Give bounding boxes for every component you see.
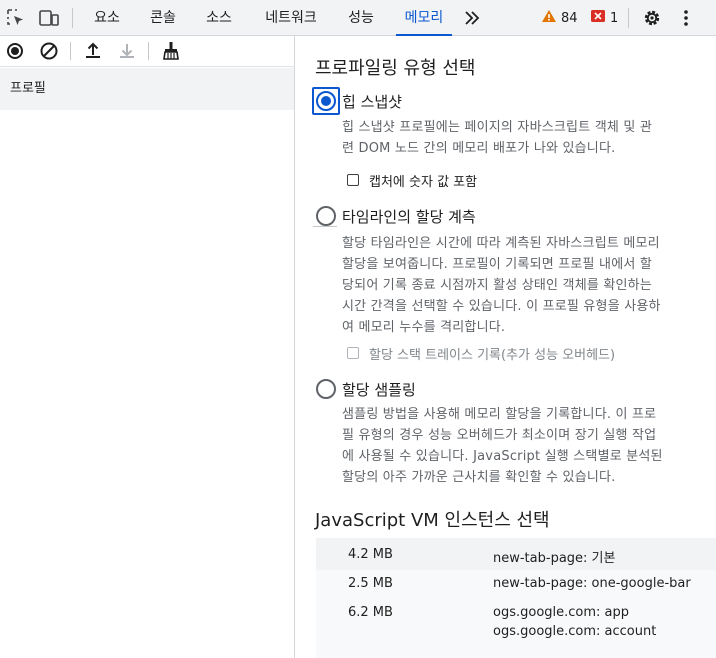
tab-sources[interactable]: 소스 — [198, 0, 240, 35]
device-toolbar-icon[interactable] — [38, 8, 59, 28]
vertical-dots-icon[interactable] — [676, 8, 696, 28]
tab-memory[interactable]: 메모리 — [396, 0, 452, 36]
broom-icon[interactable] — [160, 40, 182, 62]
vm-instance-name: ogs.google.com: app — [493, 605, 630, 620]
record-stack-traces-checkbox — [347, 347, 359, 359]
allocation-timeline-description: 할당 타임라인은 시간에 따라 계측된 자바스크립트 메모리 할당을 보여줍니다… — [342, 233, 716, 338]
heap-snapshot-label[interactable]: 힙 스냅샷 — [342, 91, 402, 112]
vm-instance-row[interactable]: 6.2 MB ogs.google.com: app ogs.google.co… — [316, 600, 716, 658]
radio-underline — [313, 226, 337, 227]
tab-console[interactable]: 콘솔 — [142, 0, 184, 35]
inspect-element-icon[interactable] — [6, 8, 26, 28]
description-line: 할당을 보여줍니다. 프로필이 기록되면 프로필 내에서 할 — [342, 257, 653, 272]
include-numeric-values-label: 캡처에 숫자 값 포함 — [369, 174, 478, 190]
vm-instance-size: 2.5 MB — [348, 576, 393, 591]
profiles-section-header: 프로필 — [0, 68, 294, 110]
description-line: 당되어 기록 종료 시점까지 활성 상태인 객체를 확인하는 — [342, 278, 653, 293]
clear-icon[interactable] — [38, 40, 60, 62]
description-line: 할당의 아주 가까운 근사치를 확인할 수 있습니다. — [342, 470, 616, 485]
description-line: 할당 타임라인은 시간에 따라 계측된 자바스크립트 메모리 — [342, 236, 660, 251]
description-line: 련 DOM 노드 간의 메모리 배포가 나와 있습니다. — [342, 141, 616, 156]
record-icon[interactable] — [4, 40, 26, 62]
vm-instance-row[interactable]: 2.5 MB new-tab-page: one-google-bar — [316, 570, 716, 600]
allocation-timeline-radio[interactable] — [316, 206, 336, 226]
toolbar-divider — [148, 42, 149, 60]
include-numeric-values-option[interactable]: 캡처에 숫자 값 포함 — [347, 172, 478, 190]
error-badge-icon — [590, 9, 606, 30]
description-line: 힙 스냅샷 프로필에는 페이지의 자바스크립트 객체 및 관 — [342, 120, 653, 135]
warnings-counter[interactable]: 84 — [541, 9, 578, 29]
description-line: 필 유형의 경우 성능 오버헤드가 최소이며 장기 실행 작업 — [342, 428, 657, 443]
heap-snapshot-description: 힙 스냅샷 프로필에는 페이지의 자바스크립트 객체 및 관 련 DOM 노드 … — [342, 117, 716, 159]
description-line: 에 사용될 수 있습니다. JavaScript 실행 스택별로 분석된 — [342, 449, 663, 464]
profiles-sidebar: 프로필 — [0, 36, 295, 658]
vm-instance-name: new-tab-page: 기본 — [493, 551, 616, 566]
gear-icon[interactable] — [642, 8, 662, 28]
record-stack-traces-label: 할당 스택 트레이스 기록(추가 성능 오버헤드) — [369, 347, 616, 363]
devtools-tab-bar: 요소 콘솔 소스 네트워크 성능 메모리 84 1 — [0, 0, 716, 36]
profile-launcher-panel: 프로파일링 유형 선택 힙 스냅샷 힙 스냅샷 프로필에는 페이지의 자바스크립… — [296, 36, 716, 658]
allocation-sampling-description: 샘플링 방법을 사용해 메모리 할당을 기록합니다. 이 프로 필 유형의 경우… — [342, 404, 716, 488]
errors-count: 1 — [610, 11, 619, 26]
tab-performance[interactable]: 성능 — [340, 0, 382, 35]
description-line: 샘플링 방법을 사용해 메모리 할당을 기록합니다. 이 프로 — [342, 407, 657, 422]
tab-elements[interactable]: 요소 — [86, 0, 128, 35]
heap-snapshot-radio[interactable] — [316, 91, 336, 111]
toolbar-divider — [628, 8, 629, 28]
chevron-double-right-icon[interactable] — [462, 8, 482, 28]
download-icon — [116, 40, 138, 62]
allocation-timeline-label[interactable]: 타임라인의 할당 계측 — [342, 206, 476, 227]
description-line: 여 메모리 누수를 격리합니다. — [342, 320, 506, 335]
vm-instance-size: 4.2 MB — [348, 547, 393, 562]
allocation-sampling-radio[interactable] — [316, 379, 336, 399]
vm-instances-list: 4.2 MB new-tab-page: 기본 2.5 MB new-tab-p… — [316, 538, 716, 658]
warnings-count: 84 — [561, 11, 578, 26]
select-profiling-type-heading: 프로파일링 유형 선택 — [315, 58, 476, 79]
vm-instances-heading: JavaScript VM 인스턴스 선택 — [315, 510, 550, 531]
vm-instance-name: new-tab-page: one-google-bar — [493, 576, 691, 591]
vm-instance-size: 6.2 MB — [348, 605, 393, 620]
toolbar-divider — [70, 42, 71, 60]
tab-network[interactable]: 네트워크 — [254, 0, 328, 35]
upload-icon[interactable] — [82, 40, 104, 62]
toolbar-divider — [72, 8, 73, 28]
include-numeric-values-checkbox[interactable] — [347, 174, 359, 186]
allocation-sampling-label[interactable]: 할당 샘플링 — [342, 379, 416, 400]
vm-instance-name: ogs.google.com: account — [493, 624, 657, 639]
errors-counter[interactable]: 1 — [590, 9, 618, 29]
memory-toolbar — [0, 36, 295, 67]
record-stack-traces-option: 할당 스택 트레이스 기록(추가 성능 오버헤드) — [347, 345, 616, 363]
vm-instance-row[interactable]: 4.2 MB new-tab-page: 기본 — [316, 538, 716, 570]
warning-triangle-icon — [541, 9, 557, 30]
description-line: 시간 간격을 선택할 수 있습니다. 이 프로필 유형을 사용하 — [342, 299, 661, 314]
